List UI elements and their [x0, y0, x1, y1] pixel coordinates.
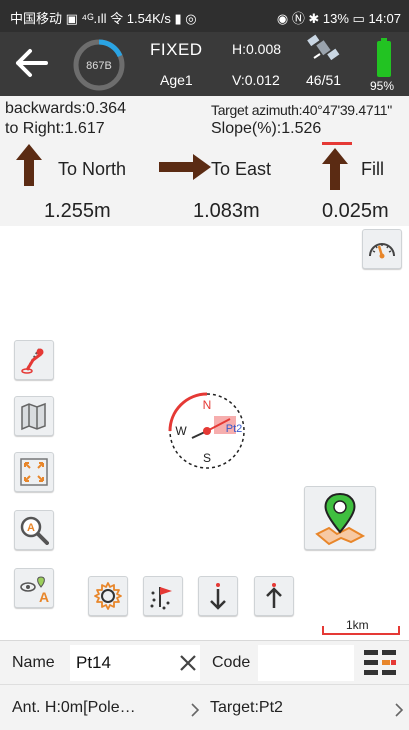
next-point-button[interactable]	[198, 576, 238, 616]
status-left: 中国移动 ▣ ⁴ᴳ.ıll 令 1.54K/s ▮ ◎	[10, 11, 197, 26]
compass-n: N	[203, 398, 212, 412]
svg-text:A: A	[27, 522, 35, 534]
point-name-bar: Name Code	[0, 640, 409, 685]
search-point-button[interactable]: A	[14, 510, 54, 550]
previous-point-button[interactable]	[254, 576, 294, 616]
locate-button[interactable]	[304, 486, 376, 550]
fill-indicator-bar	[322, 142, 352, 145]
survey-pole-icon	[21, 348, 44, 374]
north-arrow-icon	[16, 144, 42, 186]
vertical-precision: V:0.012	[232, 72, 280, 88]
solution-status: FIXED	[150, 40, 203, 59]
east-arrow-icon	[159, 154, 211, 180]
clear-icon[interactable]	[178, 653, 198, 673]
stake-nearest-button[interactable]	[143, 576, 183, 616]
east-value: 1.083m	[193, 200, 260, 222]
chevron-right-icon	[191, 703, 200, 717]
antenna-target-bar: Ant. H:0m[Pole… Target:Pt2	[0, 684, 409, 730]
arrow-up-icon	[266, 583, 282, 608]
map-canvas[interactable]: A A N S W Pt2 1km	[0, 226, 409, 640]
dial-label: 867B	[86, 60, 112, 72]
right-distance: to Right:1.617	[5, 120, 105, 137]
location-pin-icon	[315, 492, 366, 546]
arrow-down-icon	[210, 583, 226, 610]
chevron-right-icon	[395, 703, 404, 717]
antenna-height-selector[interactable]: Ant. H:0m[Pole…	[12, 699, 136, 717]
compass-w: W	[175, 424, 187, 438]
target-point-selector[interactable]: Target:Pt2	[210, 699, 283, 717]
code-input[interactable]	[258, 645, 354, 681]
north-value: 1.255m	[44, 200, 111, 222]
receiver-battery-icon	[377, 38, 391, 77]
code-label: Code	[212, 654, 251, 671]
system-status-bar: 中国移动 ▣ ⁴ᴳ.ıll 令 1.54K/s ▮ ◎ ◉ Ⓝ ✱ 13% ▭ …	[0, 0, 409, 32]
target-point-label: Pt2	[226, 423, 243, 435]
compass-rose: N S W Pt2	[168, 392, 245, 469]
satellite-count: 46/51	[306, 72, 342, 88]
svg-text:A: A	[39, 589, 49, 603]
receiver-battery-level: 95%	[370, 79, 395, 93]
target-azimuth: Target azimuth:40°47'39.4711"	[211, 102, 392, 118]
zoom-full-button[interactable]	[14, 452, 54, 492]
point-label-button[interactable]: A	[14, 568, 54, 608]
search-icon: A	[20, 516, 49, 545]
status-right: ◉ Ⓝ ✱ 13% ▭ 14:07	[276, 11, 401, 26]
stakeout-info-panel: backwards:0.364 to Right:1.617 Target az…	[0, 96, 409, 226]
fit-extent-icon	[20, 458, 48, 486]
back-arrow-icon[interactable]	[14, 48, 50, 78]
gauge-icon	[369, 243, 395, 259]
fill-value: 0.025m	[322, 200, 389, 222]
point-label-icon: A	[20, 576, 49, 603]
east-label: To East	[211, 159, 272, 179]
stake-pole-button[interactable]	[14, 340, 54, 380]
gear-icon	[94, 582, 122, 610]
map-layers-button[interactable]	[14, 396, 54, 436]
satellite-icon[interactable]	[306, 34, 340, 64]
north-label: To North	[58, 159, 127, 179]
fill-label: Fill	[361, 159, 384, 179]
gnss-status-header: 867B FIXED Age1 H:0.008 V:0.012 46/51 95…	[0, 32, 409, 96]
flag-points-icon	[150, 587, 172, 610]
settings-button[interactable]	[88, 576, 128, 616]
scale-bar	[322, 626, 400, 635]
compass-s: S	[203, 451, 211, 465]
fill-arrow-icon	[322, 148, 348, 190]
horizontal-precision: H:0.008	[232, 41, 282, 57]
folded-map-icon	[21, 402, 46, 431]
level-gauge-button[interactable]	[362, 229, 402, 269]
name-label: Name	[12, 654, 55, 671]
slope-percent: Slope(%):1.526	[211, 120, 322, 137]
backwards-distance: backwards:0.364	[5, 100, 126, 117]
differential-age: Age1	[160, 72, 193, 88]
code-list-icon[interactable]	[362, 647, 398, 679]
